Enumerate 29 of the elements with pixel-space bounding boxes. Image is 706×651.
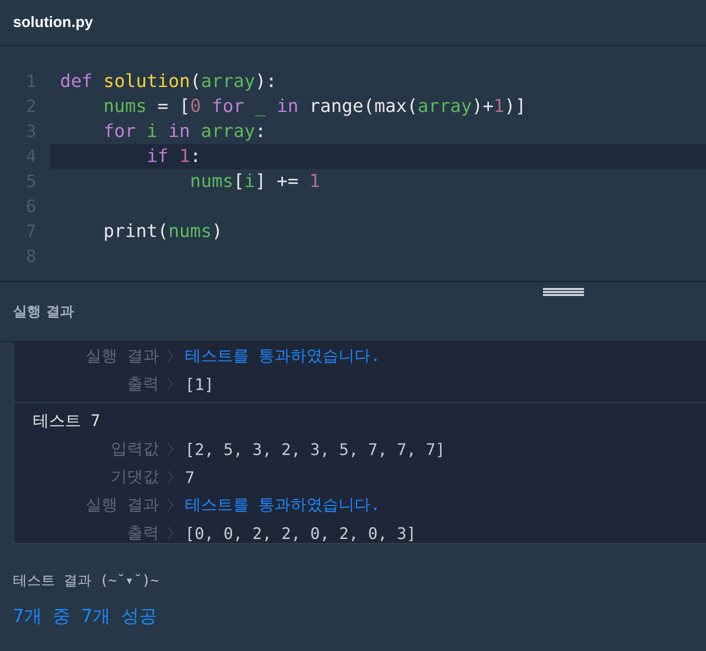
result-label: 출력 — [126, 522, 159, 543]
result-message: 테스트를 통과하였습니다. — [185, 494, 380, 516]
summary-text: 7개 중 7개 성공 — [13, 605, 158, 628]
test-title: 테스트 7 — [32, 410, 102, 432]
file-tab-title[interactable]: solution.py — [13, 14, 93, 31]
result-value: [0, 0, 2, 2, 0, 2, 0, 3] — [185, 524, 416, 542]
code-line: nums = [0 for _ in range(max(array)+1)] — [102, 95, 528, 119]
result-label: 입력값 — [110, 438, 159, 460]
result-label: 기댓값 — [110, 466, 159, 488]
result-value: [2, 5, 3, 2, 3, 5, 7, 7, 7] — [185, 440, 446, 458]
chevron-icon — [167, 526, 173, 540]
panel-title: 실행 결과 — [13, 302, 74, 320]
chevron-icon — [167, 442, 173, 456]
result-message: 테스트를 통과하였습니다. — [185, 346, 380, 366]
chevron-icon — [167, 470, 173, 484]
result-label: 출력 — [126, 374, 159, 394]
chevron-icon — [167, 377, 173, 391]
result-label: 실행 결과 — [84, 346, 159, 366]
chevron-icon — [167, 349, 173, 363]
code-line: def solution(array): — [59, 70, 278, 94]
chevron-icon — [167, 498, 173, 512]
code-line: nums[i] += 1 — [189, 170, 322, 194]
code-line: print(nums) — [102, 220, 224, 244]
code-line: for i in array: — [102, 120, 267, 144]
result-value: [1] — [185, 374, 214, 394]
resize-handle[interactable] — [543, 288, 584, 296]
summary-label: 테스트 결과 (~˘▾˘)~ — [13, 572, 160, 590]
result-label: 실행 결과 — [84, 494, 159, 516]
result-value: 7 — [185, 468, 195, 486]
